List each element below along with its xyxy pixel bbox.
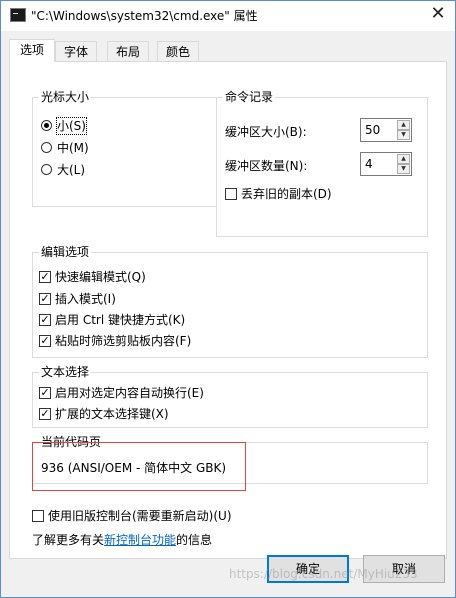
code-page-highlight	[32, 442, 246, 491]
cmd-app-icon	[10, 8, 26, 22]
tab-layout[interactable]: 布局	[107, 41, 149, 61]
insert-mode-checkbox[interactable]	[39, 293, 51, 305]
filter-clipboard-label: 粘贴时筛选剪贴板内容(F)	[55, 334, 192, 348]
cursor-size-label: 光标大小	[39, 90, 92, 104]
spin-up-icon[interactable]: ▲	[397, 154, 410, 164]
command-history-label: 命令记录	[223, 90, 276, 104]
insert-mode-label: 插入模式(I)	[55, 292, 116, 306]
dialog-client-area: 选项 字体 布局 颜色 光标大小 小(S) 中(M) 大(L) 命令记录 缓冲区…	[1, 31, 455, 597]
buffer-size-value[interactable]: 50	[365, 123, 380, 137]
quick-edit-label: 快速编辑模式(Q)	[55, 270, 146, 284]
command-history-group: 命令记录 缓冲区大小(B): 50 ▲ ▼ 缓冲区数量(N): 4 ▲ ▼ 丢弃…	[216, 90, 428, 237]
radio-large-label: 大(L)	[57, 163, 86, 177]
ctrl-shortcuts-checkbox[interactable]	[39, 314, 51, 326]
ctrl-shortcuts-label: 启用 Ctrl 键快捷方式(K)	[55, 313, 186, 327]
watermark-text: https://blog.csdn.net/MyHiu233	[229, 567, 418, 581]
tab-font[interactable]: 字体	[55, 41, 97, 61]
discard-old-label: 丢弃旧的副本(D)	[241, 187, 332, 201]
options-panel: 光标大小 小(S) 中(M) 大(L) 命令记录 缓冲区大小(B): 50 ▲ …	[9, 61, 447, 559]
learn-more-text: 了解更多有关新控制台功能的信息	[32, 532, 212, 548]
extended-keys-checkbox[interactable]	[39, 408, 51, 420]
buffer-size-label: 缓冲区大小(B):	[225, 125, 307, 139]
title-bar[interactable]: "C:\Windows\system32\cmd.exe" 属性 ✕	[1, 1, 455, 31]
buffer-count-value[interactable]: 4	[365, 157, 373, 171]
cursor-size-group: 光标大小 小(S) 中(M) 大(L)	[32, 90, 217, 207]
filter-clipboard-checkbox[interactable]	[39, 335, 51, 347]
buffer-count-spinner[interactable]: 4 ▲ ▼	[360, 152, 412, 176]
spin-down-icon[interactable]: ▼	[397, 164, 410, 174]
spin-up-icon[interactable]: ▲	[397, 120, 410, 130]
quick-edit-checkbox[interactable]	[39, 271, 51, 283]
wrap-selection-checkbox[interactable]	[39, 387, 51, 399]
tab-options[interactable]: 选项	[9, 39, 55, 62]
learn-more-suffix: 的信息	[176, 533, 213, 547]
extended-keys-label: 扩展的文本选择键(X)	[55, 407, 169, 421]
radio-medium-label: 中(M)	[57, 141, 89, 155]
close-icon[interactable]: ✕	[421, 1, 455, 29]
window-title: "C:\Windows\system32\cmd.exe" 属性	[31, 9, 258, 23]
spin-down-icon[interactable]: ▼	[397, 130, 410, 140]
edit-options-label: 编辑选项	[39, 245, 92, 259]
tab-colors[interactable]: 颜色	[157, 41, 199, 61]
text-selection-label: 文本选择	[39, 365, 92, 379]
radio-small-indicator[interactable]	[41, 120, 52, 131]
learn-more-prefix: 了解更多有关	[32, 533, 105, 547]
legacy-console-checkbox[interactable]	[32, 510, 44, 522]
legacy-console-label: 使用旧版控制台(需要重新启动)(U)	[48, 509, 232, 523]
radio-small-label: 小(S)	[56, 117, 87, 135]
radio-medium-indicator[interactable]	[41, 142, 52, 153]
properties-window: "C:\Windows\system32\cmd.exe" 属性 ✕ 选项 字体…	[0, 0, 456, 598]
buffer-size-spinner[interactable]: 50 ▲ ▼	[360, 118, 412, 142]
buffer-count-label: 缓冲区数量(N):	[225, 159, 308, 173]
radio-large-indicator[interactable]	[41, 164, 52, 175]
edit-options-group: 编辑选项 快速编辑模式(Q) 插入模式(I) 启用 Ctrl 键快捷方式(K) …	[32, 245, 428, 358]
new-console-features-link[interactable]: 新控制台功能	[104, 533, 176, 547]
discard-old-checkbox[interactable]	[225, 188, 237, 200]
text-selection-group: 文本选择 启用对选定内容自动换行(E) 扩展的文本选择键(X)	[32, 365, 428, 428]
wrap-selection-label: 启用对选定内容自动换行(E)	[55, 386, 204, 400]
